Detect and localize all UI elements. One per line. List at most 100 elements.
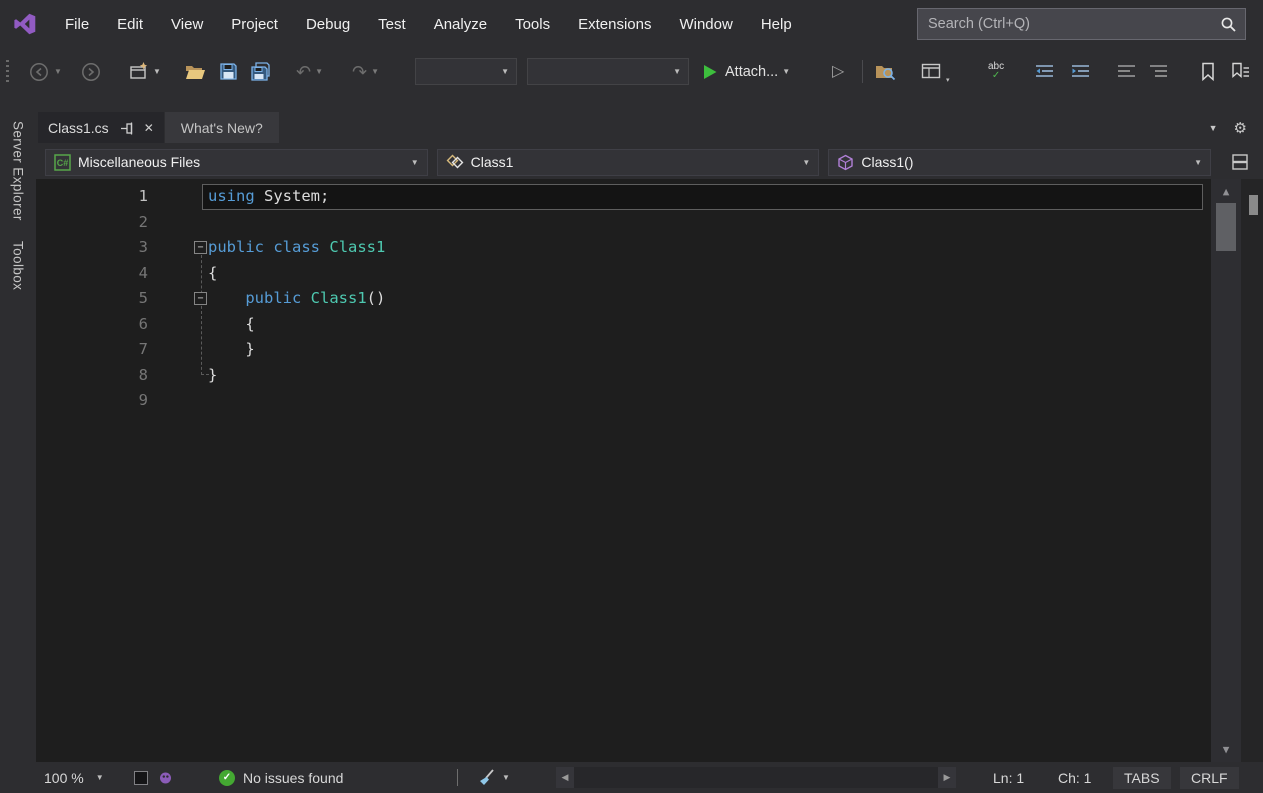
line-number: 9 — [36, 388, 156, 414]
code-line-4[interactable]: 4{ — [36, 261, 1263, 287]
editor-margin-icon-a[interactable] — [134, 762, 148, 793]
play-icon — [702, 63, 718, 81]
vertical-scrollbar[interactable]: ▲ ▼ — [1211, 179, 1241, 762]
redo-icon: ↷ — [352, 63, 367, 81]
collapse-icon[interactable]: − — [194, 292, 207, 305]
extension-status-icon[interactable] — [158, 762, 173, 793]
zoom-control[interactable]: 100 % ▼ — [44, 762, 104, 793]
comment-lines-button[interactable] — [1116, 48, 1137, 95]
code-line-2[interactable]: 2 — [36, 210, 1263, 236]
navigate-back-button[interactable]: ▼ — [28, 48, 62, 95]
csharp-project-icon: C# — [54, 154, 71, 171]
side-tab-toolbox[interactable]: Toolbox — [11, 241, 26, 290]
chevron-down-icon: ▼ — [673, 67, 681, 76]
fold-margin — [156, 184, 208, 210]
scroll-down-icon[interactable]: ▼ — [1211, 743, 1241, 756]
new-project-button[interactable]: ▼ — [128, 48, 161, 95]
open-file-button[interactable] — [184, 48, 206, 95]
column-indicator[interactable]: Ch: 1 — [1058, 762, 1091, 793]
navigate-forward-button[interactable] — [80, 48, 102, 95]
chevron-down-icon[interactable]: ▼ — [315, 67, 323, 76]
member-dropdown[interactable]: Class1() ▼ — [828, 149, 1211, 176]
code-cleanup-button[interactable]: ▼ — [477, 762, 510, 793]
class-icon — [446, 154, 464, 170]
search-box[interactable] — [917, 8, 1246, 40]
save-button[interactable] — [218, 48, 239, 95]
code-line-9[interactable]: 9 — [36, 388, 1263, 414]
line-indicator[interactable]: Ln: 1 — [993, 762, 1024, 793]
start-without-debugging-button[interactable]: ▷ — [832, 48, 844, 95]
find-in-files-button[interactable] — [874, 48, 896, 95]
uncomment-lines-button[interactable] — [1148, 48, 1169, 95]
undo-button[interactable]: ↶ ▼ — [296, 48, 323, 95]
menu-item-project[interactable]: Project — [217, 0, 292, 48]
chevron-down-icon[interactable]: ▼ — [371, 67, 379, 76]
code-text: } — [208, 337, 255, 363]
configuration-combobox[interactable]: ▼ — [415, 58, 517, 85]
code-line-6[interactable]: 6 { — [36, 312, 1263, 338]
solution-explorer-button[interactable]: ▾ — [920, 48, 950, 95]
menu-item-analyze[interactable]: Analyze — [420, 0, 501, 48]
vertical-scrollbar-thumb[interactable] — [1216, 203, 1236, 251]
platform-combobox[interactable]: ▼ — [527, 58, 689, 85]
menu-item-file[interactable]: File — [51, 0, 103, 48]
code-editor[interactable]: 1using System;23−public class Class14{5−… — [36, 179, 1263, 762]
split-window-icon[interactable] — [1231, 153, 1249, 171]
search-input[interactable] — [918, 16, 1211, 32]
bookmark-window-button[interactable] — [1230, 48, 1251, 95]
menu-item-window[interactable]: Window — [665, 0, 746, 48]
pin-icon[interactable] — [119, 121, 134, 136]
menu-item-edit[interactable]: Edit — [103, 0, 157, 48]
scroll-right-icon[interactable]: ▶ — [938, 767, 956, 788]
tab-class1-cs[interactable]: Class1.cs ✕ — [38, 112, 164, 143]
redo-button[interactable]: ↷ ▼ — [352, 48, 379, 95]
member-dropdown-value: Class1() — [861, 154, 913, 170]
menu-item-test[interactable]: Test — [364, 0, 420, 48]
code-line-3[interactable]: 3−public class Class1 — [36, 235, 1263, 261]
chevron-down-icon: ▼ — [411, 158, 419, 167]
spell-check-button[interactable]: abc ✓ — [988, 48, 1004, 95]
scroll-left-icon[interactable]: ◀ — [556, 767, 574, 788]
line-ending-indicator[interactable]: CRLF — [1180, 762, 1239, 793]
scrollbar-map-marker — [1249, 195, 1258, 215]
code-line-8[interactable]: 8} — [36, 363, 1263, 389]
code-line-5[interactable]: 5− public Class1() — [36, 286, 1263, 312]
type-dropdown[interactable]: Class1 ▼ — [437, 149, 820, 176]
menu-item-extensions[interactable]: Extensions — [564, 0, 665, 48]
tab-list-chevron-icon[interactable]: ▼ — [1209, 123, 1218, 133]
chevron-down-icon[interactable]: ▼ — [782, 67, 790, 76]
menu-item-debug[interactable]: Debug — [292, 0, 364, 48]
document-well: Class1.cs ✕ What's New? ▼ ⚙ C# — [36, 95, 1263, 762]
menu-item-view[interactable]: View — [157, 0, 217, 48]
outdent-button[interactable] — [1034, 48, 1055, 95]
save-all-button[interactable] — [250, 48, 273, 95]
chevron-down-icon[interactable]: ▼ — [54, 67, 62, 76]
code-line-1[interactable]: 1using System; — [36, 184, 1263, 210]
attach-button[interactable]: Attach... ▼ — [702, 48, 790, 95]
chevron-down-icon[interactable]: ▼ — [502, 773, 510, 782]
line-number: 7 — [36, 337, 156, 363]
gear-icon[interactable]: ⚙ — [1234, 119, 1247, 137]
chevron-down-icon[interactable]: ▾ — [946, 76, 950, 84]
search-icon[interactable] — [1211, 16, 1245, 33]
issues-status[interactable]: ✓ No issues found — [219, 762, 343, 793]
fold-margin — [156, 261, 208, 287]
bookmark-button[interactable] — [1198, 48, 1218, 95]
menu-item-help[interactable]: Help — [747, 0, 806, 48]
horizontal-scrollbar[interactable] — [574, 767, 938, 788]
scroll-up-icon[interactable]: ▲ — [1211, 185, 1241, 198]
chevron-down-icon[interactable]: ▼ — [153, 67, 161, 76]
toolbar-drag-handle[interactable] — [6, 60, 9, 84]
tab-whats-new[interactable]: What's New? — [165, 112, 279, 143]
project-dropdown[interactable]: C# Miscellaneous Files ▼ — [45, 149, 428, 176]
line-number: 1 — [36, 184, 156, 210]
menu-item-tools[interactable]: Tools — [501, 0, 564, 48]
indent-button[interactable] — [1070, 48, 1091, 95]
collapse-icon[interactable]: − — [194, 241, 207, 254]
svg-text:C#: C# — [57, 158, 69, 168]
side-tab-server-explorer[interactable]: Server Explorer — [11, 121, 26, 221]
broom-icon — [477, 768, 496, 787]
indent-mode-indicator[interactable]: TABS — [1113, 762, 1171, 793]
code-line-7[interactable]: 7 } — [36, 337, 1263, 363]
close-icon[interactable]: ✕ — [144, 121, 154, 135]
